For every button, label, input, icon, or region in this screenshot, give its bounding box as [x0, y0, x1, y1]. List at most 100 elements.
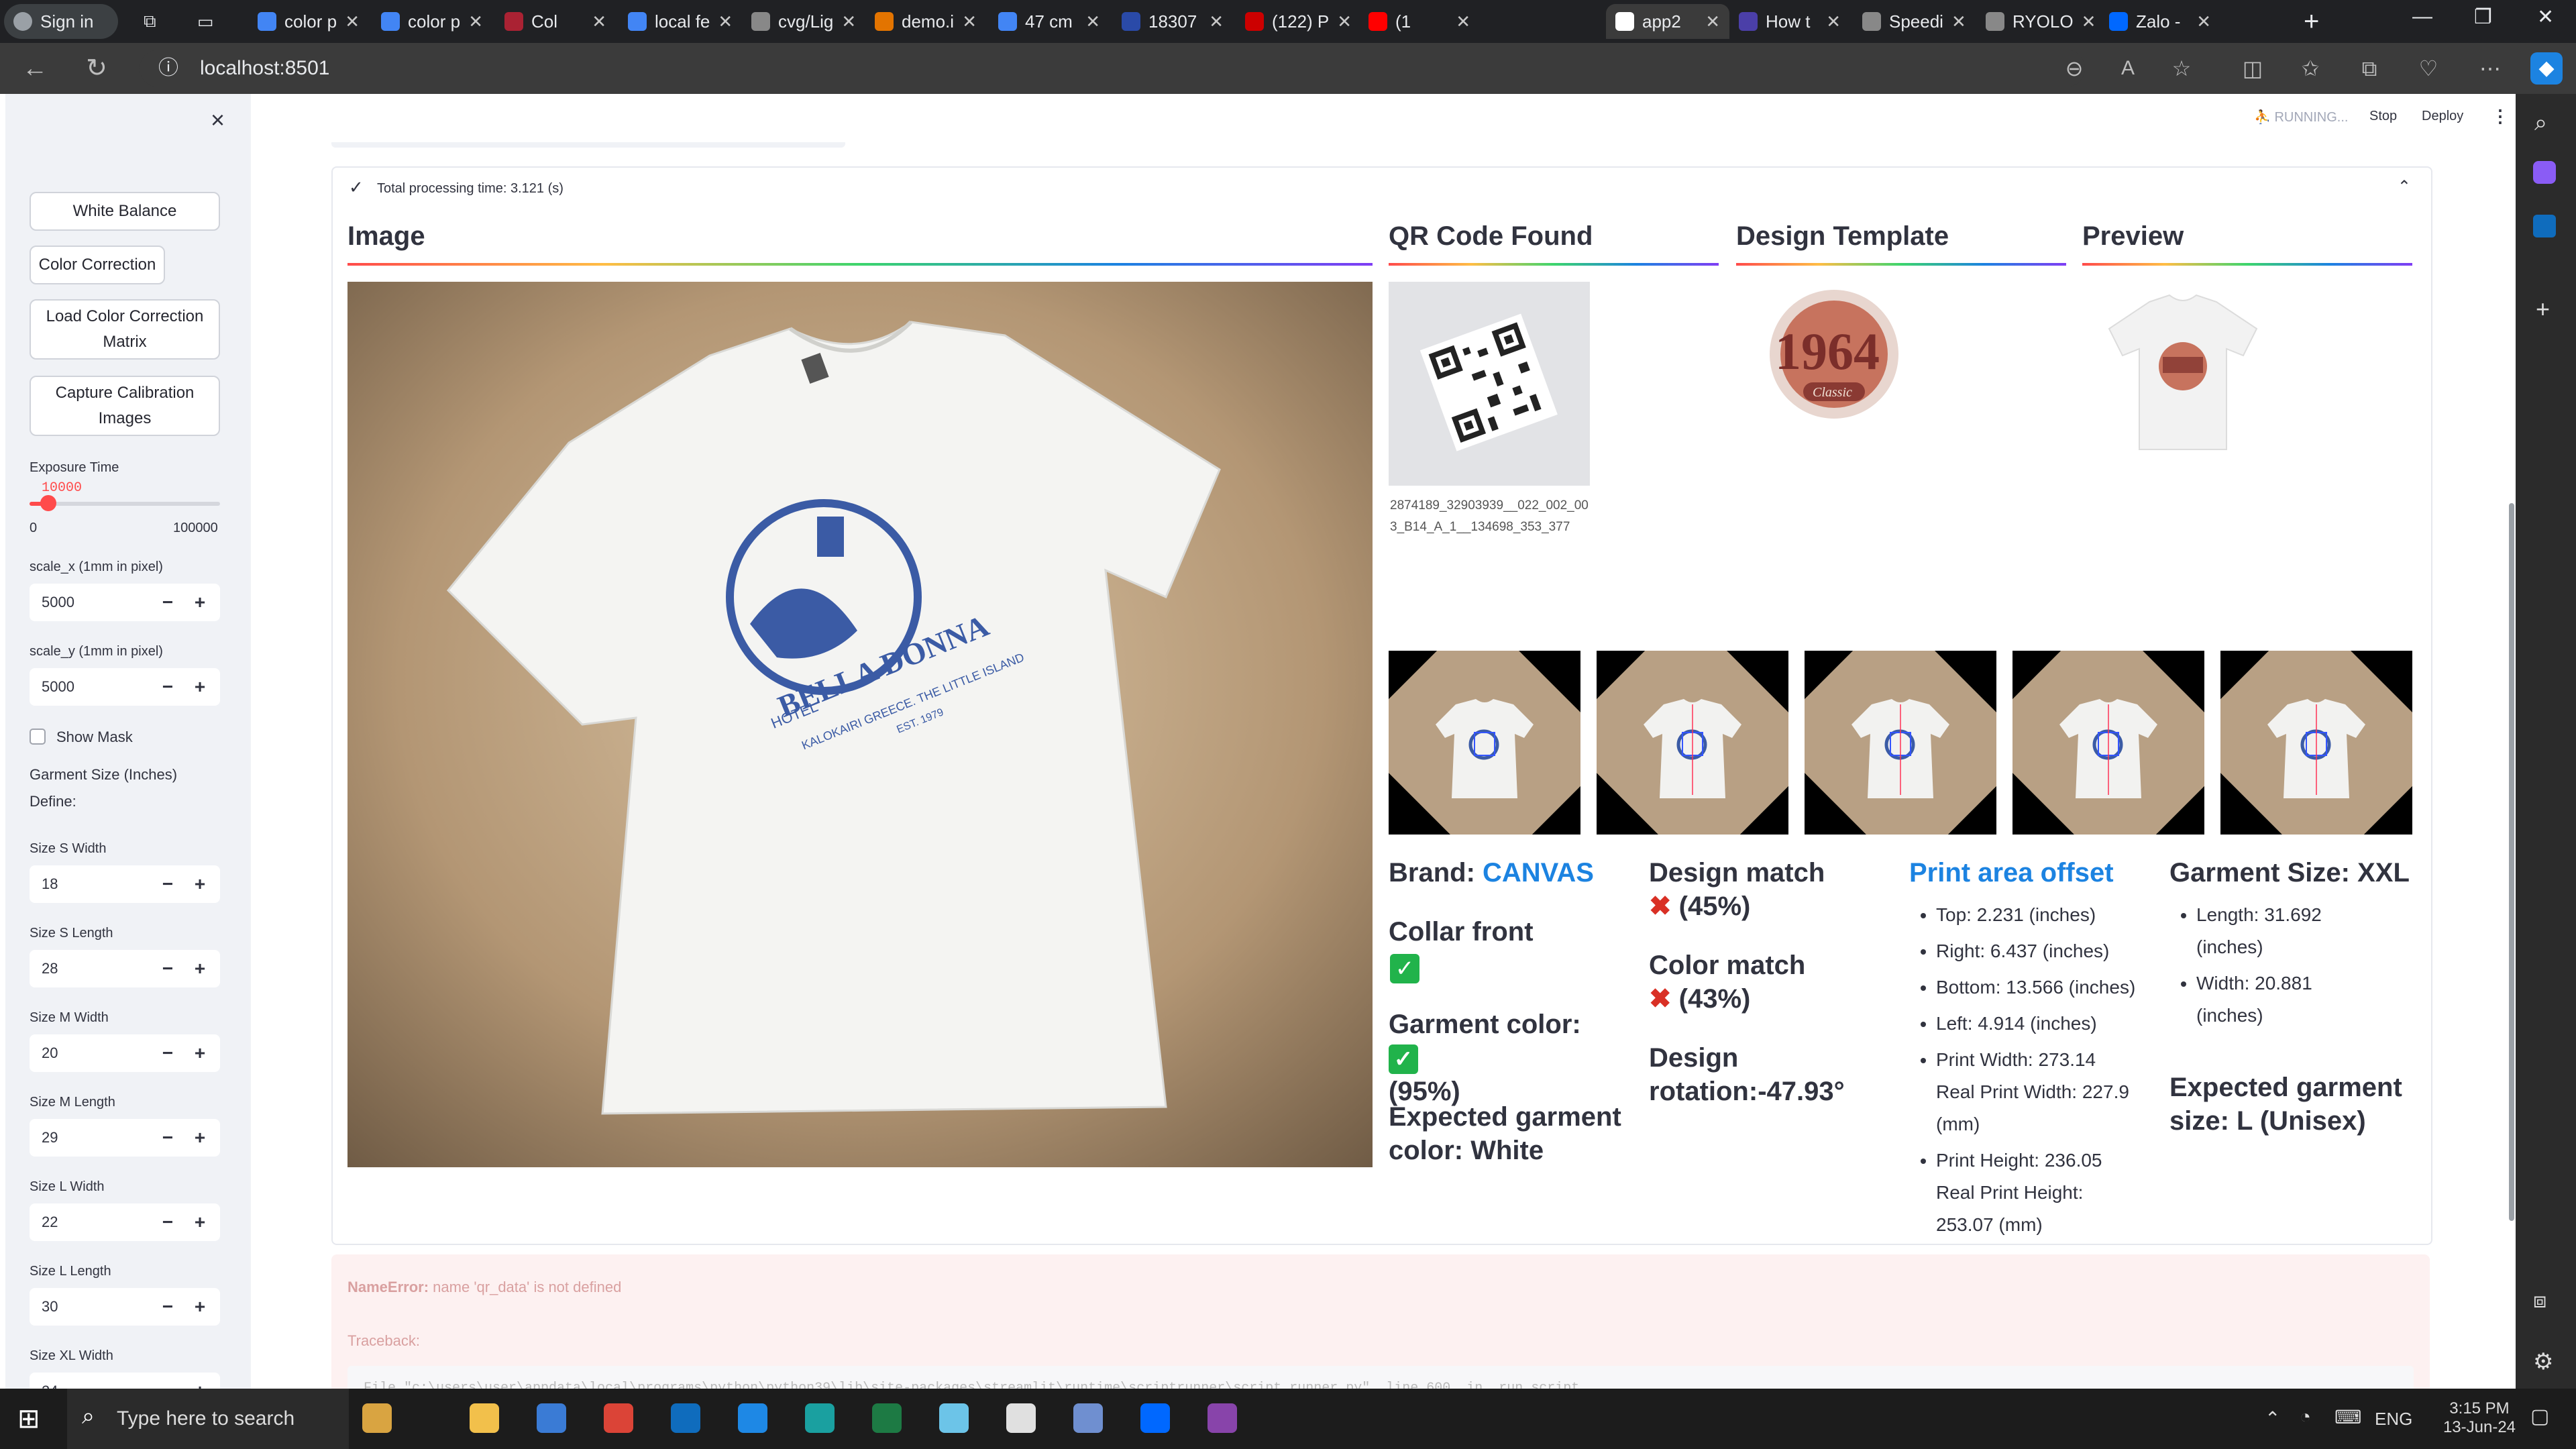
url-field[interactable]: ⓘ localhost:8501 — [140, 50, 2085, 87]
browser-tab[interactable]: Col ✕ — [495, 4, 616, 39]
notepad-icon[interactable] — [939, 1403, 969, 1433]
tray-chevron-icon[interactable]: ⌃ — [2265, 1407, 2280, 1430]
tab-close-icon[interactable]: ✕ — [1456, 11, 1470, 32]
browser-tab[interactable]: cvg/Lig ✕ — [742, 4, 863, 39]
favorites-icon[interactable]: ✩ — [2294, 52, 2326, 85]
close-sidebar-icon[interactable]: × — [211, 106, 225, 134]
settings-gear-icon[interactable]: ⚙ — [2533, 1348, 2553, 1375]
size-plus-button[interactable]: + — [185, 1373, 215, 1389]
zoom-icon[interactable]: ⊖ — [2058, 52, 2090, 85]
scale-x-plus-button[interactable]: + — [185, 584, 215, 621]
split-screen-icon[interactable]: ◫ — [2237, 52, 2269, 85]
add-sidebar-icon[interactable]: + — [2536, 295, 2550, 323]
browser-tab[interactable]: demo.i ✕ — [865, 4, 986, 39]
tab-close-icon[interactable]: ✕ — [1085, 11, 1100, 32]
tab-close-icon[interactable]: ✕ — [1705, 11, 1720, 32]
search-icon[interactable]: ⌕ — [2534, 110, 2547, 136]
tab-close-icon[interactable]: ✕ — [841, 11, 856, 32]
browser-tab[interactable]: How t ✕ — [1729, 4, 1850, 39]
zalo-app-icon[interactable] — [1140, 1403, 1170, 1433]
browser-tab[interactable]: RYOLO ✕ — [1976, 4, 2097, 39]
paint-icon[interactable] — [1006, 1403, 1036, 1433]
collections-icon[interactable]: ⧉ — [2353, 52, 2385, 85]
edge-icon[interactable] — [805, 1403, 835, 1433]
tab-close-icon[interactable]: ✕ — [2082, 11, 2096, 32]
copilot-sidebar-icon[interactable] — [2533, 161, 2556, 184]
scale-y-plus-button[interactable]: + — [185, 668, 215, 706]
browser-tab[interactable]: 18307 ✕ — [1112, 4, 1233, 39]
scale-x-input[interactable]: 5000 − + — [30, 584, 220, 621]
close-window-icon[interactable]: ✕ — [2537, 5, 2554, 29]
file-explorer-icon[interactable] — [470, 1403, 499, 1433]
browser-tab[interactable]: app2 ✕ — [1606, 4, 1729, 39]
vscode-icon[interactable] — [738, 1403, 767, 1433]
tab-close-icon[interactable]: ✕ — [1209, 11, 1224, 32]
clock[interactable]: 3:15 PM 13-Jun-24 — [2432, 1399, 2526, 1437]
scale-y-minus-button[interactable]: − — [153, 668, 182, 706]
exposure-slider-thumb[interactable] — [40, 495, 57, 511]
site-info-icon[interactable]: ⓘ — [158, 50, 178, 87]
browser-tab[interactable]: 47 cm ✕ — [989, 4, 1110, 39]
profile-button[interactable]: Sign in — [4, 4, 118, 39]
expander-header[interactable]: ✓ Total processing time: 3.121 (s) ⌃ — [333, 168, 2431, 211]
more-menu-icon[interactable]: ⋯ — [2474, 52, 2506, 85]
size-input[interactable]: 24 −+ — [30, 1373, 220, 1389]
size-minus-button[interactable]: − — [153, 1288, 182, 1326]
minimize-icon[interactable]: — — [2412, 5, 2432, 28]
tab-close-icon[interactable]: ✕ — [718, 11, 733, 32]
size-input[interactable]: 22 − + — [30, 1203, 220, 1241]
tab-close-icon[interactable]: ✕ — [345, 11, 360, 32]
browser-tab[interactable]: color p ✕ — [248, 4, 369, 39]
size-minus-button[interactable]: − — [153, 1203, 182, 1241]
size-minus-button[interactable]: − — [153, 1373, 182, 1389]
keyboard-icon[interactable]: ⌨ — [2334, 1406, 2361, 1428]
capture-calibration-button[interactable]: Capture Calibration Images — [30, 376, 220, 436]
app-launcher-icon[interactable] — [362, 1403, 392, 1433]
white-balance-button[interactable]: White Balance — [30, 192, 220, 231]
chrome-icon[interactable] — [604, 1403, 633, 1433]
size-input[interactable]: 30 − + — [30, 1288, 220, 1326]
scale-y-input[interactable]: 5000 − + — [30, 668, 220, 706]
browser-essentials-icon[interactable]: ♡ — [2412, 52, 2445, 85]
size-minus-button[interactable]: − — [153, 1119, 182, 1157]
tab-actions-icon[interactable]: ▭ — [188, 4, 228, 39]
size-minus-button[interactable]: − — [153, 950, 182, 987]
workspaces-icon[interactable]: ⧉ — [134, 4, 174, 39]
color-correction-button[interactable]: Color Correction — [30, 246, 165, 284]
taskbar-search-box[interactable]: ⌕ Type here to search — [67, 1389, 349, 1449]
exposure-slider-track[interactable] — [30, 502, 220, 506]
notifications-icon[interactable]: ▢ — [2530, 1405, 2549, 1428]
size-plus-button[interactable]: + — [185, 1203, 215, 1241]
scale-x-minus-button[interactable]: − — [153, 584, 182, 621]
tab-close-icon[interactable]: ✕ — [592, 11, 606, 32]
outlook-icon[interactable] — [2533, 215, 2556, 237]
size-input[interactable]: 20 − + — [30, 1034, 220, 1072]
tab-close-icon[interactable]: ✕ — [962, 11, 977, 32]
size-plus-button[interactable]: + — [185, 1119, 215, 1157]
calculator-icon[interactable] — [1073, 1403, 1103, 1433]
size-input[interactable]: 18 − + — [30, 865, 220, 903]
tab-close-icon[interactable]: ✕ — [1826, 11, 1841, 32]
size-minus-button[interactable]: − — [153, 865, 182, 903]
size-input[interactable]: 28 − + — [30, 950, 220, 987]
browser-tab[interactable]: local fe ✕ — [619, 4, 739, 39]
language-indicator[interactable]: ENG — [2375, 1409, 2412, 1430]
restore-icon[interactable]: ❐ — [2474, 5, 2492, 29]
browser-tab[interactable]: color p ✕ — [372, 4, 492, 39]
main-scrollbar[interactable] — [2509, 503, 2514, 1221]
tab-close-icon[interactable]: ✕ — [1337, 11, 1352, 32]
main-menu-icon[interactable]: ⋮ — [2491, 106, 2509, 127]
copilot-icon[interactable]: ◆ — [2530, 52, 2563, 85]
screenshot-icon[interactable]: ⧈ — [2533, 1288, 2546, 1313]
load-matrix-button[interactable]: Load Color Correction Matrix — [30, 299, 220, 360]
flag-app-icon[interactable] — [1208, 1403, 1237, 1433]
size-plus-button[interactable]: + — [185, 950, 215, 987]
windows-start-icon[interactable]: ⊞ — [17, 1403, 40, 1434]
store-icon[interactable] — [537, 1403, 566, 1433]
outlook-app-icon[interactable] — [671, 1403, 700, 1433]
browser-tab[interactable]: Speedi ✕ — [1853, 4, 1974, 39]
browser-tab[interactable]: (122) P ✕ — [1236, 4, 1356, 39]
tab-close-icon[interactable]: ✕ — [468, 11, 483, 32]
read-aloud-icon[interactable]: A — [2112, 52, 2144, 85]
size-plus-button[interactable]: + — [185, 865, 215, 903]
